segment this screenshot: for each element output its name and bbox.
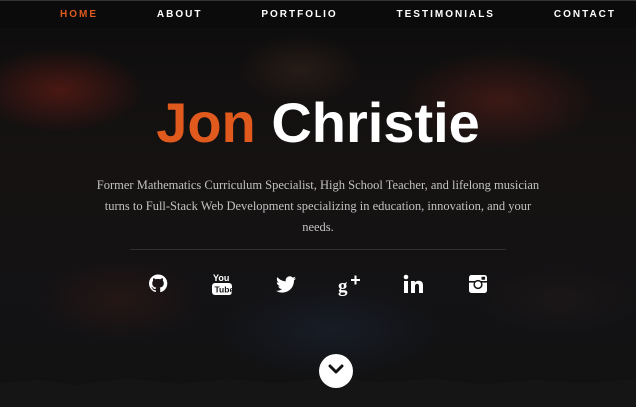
scroll-down-button[interactable] [319, 354, 353, 388]
svg-text:You: You [213, 273, 229, 283]
hero-last-name: Christie [271, 91, 480, 154]
hero-tagline: Former Mathematics Curriculum Specialist… [96, 178, 540, 234]
nav-testimonials[interactable]: TESTIMONIALS [397, 9, 495, 20]
nav-contact[interactable]: CONTACT [554, 9, 616, 20]
social-links: You Tube g [0, 270, 636, 298]
linkedin-icon[interactable] [402, 270, 426, 298]
top-navigation: HOME ABOUT PORTFOLIO TESTIMONIALS CONTAC… [0, 0, 636, 28]
youtube-icon[interactable]: You Tube [210, 270, 234, 298]
nav-about[interactable]: ABOUT [157, 9, 203, 20]
hero-divider [130, 249, 506, 250]
hero-first-name: Jon [156, 91, 256, 154]
twitter-icon[interactable] [274, 270, 298, 298]
chevron-down-icon [328, 362, 344, 380]
instagram-icon[interactable] [466, 270, 490, 298]
nav-home[interactable]: HOME [60, 9, 98, 20]
hero-title: Jon Christie [0, 88, 636, 158]
nav-portfolio[interactable]: PORTFOLIO [261, 9, 337, 20]
svg-text:Tube: Tube [215, 285, 235, 295]
github-icon[interactable] [146, 270, 170, 298]
svg-text:g: g [338, 276, 348, 297]
google-plus-icon[interactable]: g [338, 270, 362, 298]
hero-torn-edge [0, 377, 636, 407]
